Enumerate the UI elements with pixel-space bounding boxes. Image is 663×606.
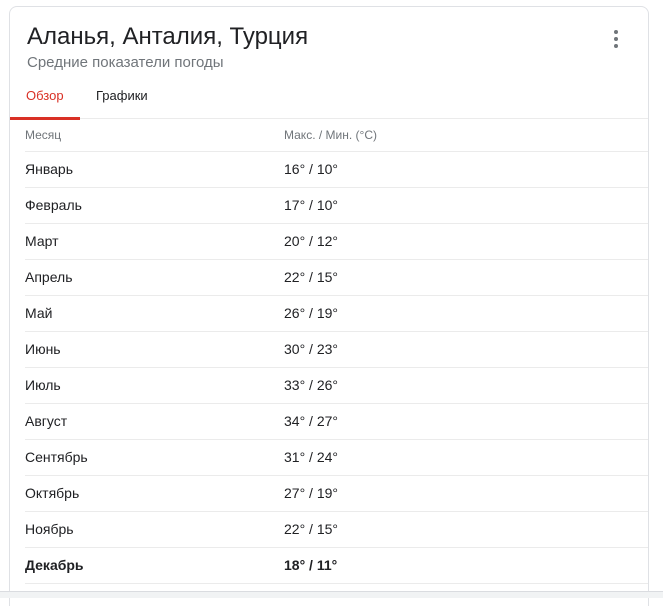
table-row: Август 34° / 27° [25, 403, 648, 440]
month-cell: Май [25, 295, 284, 332]
month-cell: Апрель [25, 259, 284, 296]
month-cell: Сентябрь [25, 439, 284, 476]
month-cell: Январь [25, 151, 284, 188]
month-cell: Декабрь [25, 547, 284, 584]
bottom-divider-strip [0, 591, 663, 598]
weather-card: Аланья, Анталия, Турция Средние показате… [9, 6, 649, 606]
month-cell: Август [25, 403, 284, 440]
month-cell: Октябрь [25, 475, 284, 512]
month-cell: Ноябрь [25, 511, 284, 548]
tab-charts[interactable]: Графики [96, 81, 148, 119]
temperature-cell: 17° / 10° [284, 187, 648, 224]
more-vert-icon [614, 44, 618, 48]
column-header-temperature: Макс. / Мин. (°C) [284, 119, 648, 152]
temperature-cell: 22° / 15° [284, 511, 648, 548]
temperature-cell: 16° / 10° [284, 151, 648, 188]
temperature-cell: 34° / 27° [284, 403, 648, 440]
temperature-cell: 26° / 19° [284, 295, 648, 332]
table-row-current-month: Декабрь 18° / 11° [25, 547, 648, 584]
page-title: Аланья, Анталия, Турция [27, 23, 309, 50]
more-vert-icon [614, 37, 618, 41]
page-subtitle: Средние показатели погоды [27, 54, 224, 71]
weather-table-container: Месяц Макс. / Мин. (°C) Январь 16° / 10°… [25, 119, 648, 584]
temperature-cell: 18° / 11° [284, 547, 648, 584]
temperature-cell: 27° / 19° [284, 475, 648, 512]
more-options-button[interactable] [604, 27, 628, 51]
month-cell: Февраль [25, 187, 284, 224]
weather-table: Месяц Макс. / Мин. (°C) Январь 16° / 10°… [25, 119, 648, 584]
month-cell: Июнь [25, 331, 284, 368]
more-vert-icon [614, 30, 618, 34]
temperature-cell: 20° / 12° [284, 223, 648, 260]
month-cell: Июль [25, 367, 284, 404]
temperature-cell: 30° / 23° [284, 331, 648, 368]
table-row: Январь 16° / 10° [25, 151, 648, 188]
table-row: Сентябрь 31° / 24° [25, 439, 648, 476]
tab-overview[interactable]: Обзор [10, 81, 79, 120]
table-row: Июнь 30° / 23° [25, 331, 648, 368]
temperature-cell: 22° / 15° [284, 259, 648, 296]
month-cell: Март [25, 223, 284, 260]
table-header-row: Месяц Макс. / Мин. (°C) [25, 119, 648, 152]
table-row: Апрель 22° / 15° [25, 259, 648, 296]
table-row: Май 26° / 19° [25, 295, 648, 332]
tab-bar: Обзор Графики [10, 81, 648, 120]
table-row: Июль 33° / 26° [25, 367, 648, 404]
temperature-cell: 31° / 24° [284, 439, 648, 476]
temperature-cell: 33° / 26° [284, 367, 648, 404]
table-row: Октябрь 27° / 19° [25, 475, 648, 512]
column-header-month: Месяц [25, 119, 284, 152]
table-row: Февраль 17° / 10° [25, 187, 648, 224]
table-row: Ноябрь 22° / 15° [25, 511, 648, 548]
table-row: Март 20° / 12° [25, 223, 648, 260]
